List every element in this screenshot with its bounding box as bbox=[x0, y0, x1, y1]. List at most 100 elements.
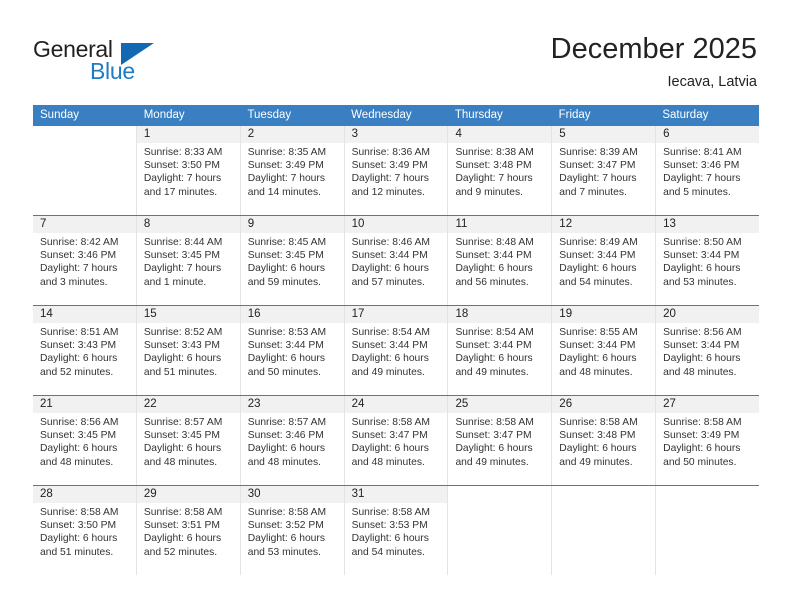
sunrise-text: Sunrise: 8:33 AM bbox=[143, 147, 223, 158]
sunrise-text: Sunrise: 8:49 AM bbox=[559, 237, 638, 248]
daylight-line-1-text: Daylight: 6 hours bbox=[247, 443, 325, 455]
sunrise-text: Sunrise: 8:57 AM bbox=[247, 417, 327, 428]
day-cell[interactable]: 21 Sunrise: 8:56 AM Sunset: 3:45 PM Dayligh… bbox=[33, 396, 137, 485]
day-cell[interactable]: 30 Sunrise: 8:58 AM Sunset: 3:52 PM Dayligh… bbox=[240, 486, 345, 575]
day-cell[interactable]: 12 Sunrise: 8:49 AM Sunset: 3:44 PM Dayligh… bbox=[552, 216, 657, 305]
sunrise-text: Sunrise: 8:46 AM bbox=[351, 237, 430, 248]
day-number: 2 bbox=[240, 126, 344, 143]
day-cell[interactable]: 1 Sunrise: 8:33 AM Sunset: 3:50 PM Daylight… bbox=[136, 126, 241, 215]
day-details: Sunrise: 8:57 AM Sunset: 3:45 PM Daylight:… bbox=[137, 413, 240, 469]
daylight-line-1-text: Daylight: 7 hours bbox=[247, 173, 325, 185]
general-blue-logo[interactable]: General Blue bbox=[33, 36, 154, 86]
sunrise-text: Sunrise: 8:39 AM bbox=[559, 147, 638, 158]
day-number: 29 bbox=[136, 486, 240, 503]
daylight-line-2-text: and 52 minutes. bbox=[40, 366, 114, 378]
daylight-line-1-text: Daylight: 6 hours bbox=[559, 443, 637, 455]
day-details: Sunrise: 8:39 AM Sunset: 3:47 PM Daylight:… bbox=[552, 143, 655, 199]
daylight-line-1-text: Daylight: 6 hours bbox=[663, 443, 741, 455]
week-cells: 14 Sunrise: 8:51 AM Sunset: 3:43 PM Dayligh… bbox=[33, 306, 760, 395]
day-number: 31 bbox=[344, 486, 448, 503]
sunset-text: Sunset: 3:44 PM bbox=[455, 340, 532, 352]
day-cell[interactable]: 28 Sunrise: 8:58 AM Sunset: 3:50 PM Dayligh… bbox=[33, 486, 137, 575]
day-details: Sunrise: 8:58 AM Sunset: 3:51 PM Daylight:… bbox=[137, 503, 240, 559]
day-cell[interactable]: 24 Sunrise: 8:58 AM Sunset: 3:47 PM Dayligh… bbox=[344, 396, 449, 485]
day-cell[interactable]: 9 Sunrise: 8:45 AM Sunset: 3:45 PM Daylight… bbox=[240, 216, 345, 305]
daylight-line-1-text: Daylight: 7 hours bbox=[351, 173, 429, 185]
day-number: 17 bbox=[344, 306, 448, 323]
daylight-line-2-text: and 51 minutes. bbox=[143, 366, 218, 378]
day-number: 23 bbox=[240, 396, 344, 413]
day-cell[interactable]: 17 Sunrise: 8:54 AM Sunset: 3:44 PM Dayligh… bbox=[344, 306, 449, 395]
daylight-line-2-text: and 48 minutes. bbox=[247, 456, 321, 468]
day-cell[interactable]: 10 Sunrise: 8:46 AM Sunset: 3:44 PM Dayligh… bbox=[344, 216, 449, 305]
sunset-text: Sunset: 3:47 PM bbox=[559, 160, 636, 172]
day-cell[interactable]: 2 Sunrise: 8:35 AM Sunset: 3:49 PM Daylight… bbox=[240, 126, 345, 215]
sunrise-text: Sunrise: 8:58 AM bbox=[143, 507, 223, 518]
calendar-week-row: 7 Sunrise: 8:42 AM Sunset: 3:46 PM Daylight… bbox=[33, 215, 760, 305]
day-cell[interactable]: 11 Sunrise: 8:48 AM Sunset: 3:44 PM Dayligh… bbox=[448, 216, 553, 305]
day-details: Sunrise: 8:58 AM Sunset: 3:47 PM Daylight:… bbox=[345, 413, 448, 469]
day-cell[interactable]: 25 Sunrise: 8:58 AM Sunset: 3:47 PM Dayligh… bbox=[448, 396, 553, 485]
day-cell[interactable]: 29 Sunrise: 8:58 AM Sunset: 3:51 PM Dayligh… bbox=[136, 486, 241, 575]
sunset-text: Sunset: 3:50 PM bbox=[143, 160, 220, 172]
day-cell[interactable]: 13 Sunrise: 8:50 AM Sunset: 3:44 PM Dayligh… bbox=[656, 216, 760, 305]
day-cell[interactable]: 14 Sunrise: 8:51 AM Sunset: 3:43 PM Dayligh… bbox=[33, 306, 137, 395]
sunrise-text: Sunrise: 8:36 AM bbox=[351, 147, 430, 158]
sunrise-text: Sunrise: 8:56 AM bbox=[663, 327, 742, 338]
day-details: Sunrise: 8:49 AM Sunset: 3:44 PM Daylight:… bbox=[552, 233, 655, 289]
daylight-line-2-text: and 17 minutes. bbox=[143, 186, 218, 198]
weekday-header-saturday: Saturday bbox=[662, 109, 709, 121]
day-cell[interactable]: 3 Sunrise: 8:36 AM Sunset: 3:49 PM Daylight… bbox=[344, 126, 449, 215]
daylight-line-1-text: Daylight: 6 hours bbox=[247, 533, 325, 545]
day-details: Sunrise: 8:41 AM Sunset: 3:46 PM Daylight:… bbox=[656, 143, 759, 199]
daylight-line-1-text: Daylight: 6 hours bbox=[143, 533, 222, 545]
calendar-weeks: 1 Sunrise: 8:33 AM Sunset: 3:50 PM Daylight… bbox=[33, 126, 760, 575]
day-details: Sunrise: 8:44 AM Sunset: 3:45 PM Daylight:… bbox=[137, 233, 240, 289]
day-details: Sunrise: 8:53 AM Sunset: 3:44 PM Daylight:… bbox=[241, 323, 344, 379]
day-cell[interactable]: 27 Sunrise: 8:58 AM Sunset: 3:49 PM Dayligh… bbox=[656, 396, 760, 485]
day-cell[interactable]: 4 Sunrise: 8:38 AM Sunset: 3:48 PM Daylight… bbox=[448, 126, 553, 215]
title-block: December 2025 Iecava, Latvia bbox=[551, 32, 757, 92]
day-cell[interactable]: 20 Sunrise: 8:56 AM Sunset: 3:44 PM Dayligh… bbox=[656, 306, 760, 395]
day-number: 30 bbox=[240, 486, 344, 503]
weekday-header-tuesday: Tuesday bbox=[247, 109, 292, 121]
daylight-line-2-text: and 49 minutes. bbox=[559, 456, 633, 468]
day-details: Sunrise: 8:58 AM Sunset: 3:48 PM Daylight:… bbox=[552, 413, 655, 469]
day-cell[interactable]: 22 Sunrise: 8:57 AM Sunset: 3:45 PM Dayligh… bbox=[136, 396, 241, 485]
daylight-line-1-text: Daylight: 6 hours bbox=[40, 533, 118, 545]
day-number: 5 bbox=[552, 126, 656, 143]
weekday-header-friday: Friday bbox=[558, 109, 591, 121]
sunrise-text: Sunrise: 8:57 AM bbox=[143, 417, 223, 428]
day-number bbox=[33, 126, 136, 143]
daylight-line-1-text: Daylight: 7 hours bbox=[559, 173, 637, 185]
day-cell[interactable]: 6 Sunrise: 8:41 AM Sunset: 3:46 PM Daylight… bbox=[656, 126, 760, 215]
day-cell[interactable]: 18 Sunrise: 8:54 AM Sunset: 3:44 PM Dayligh… bbox=[448, 306, 553, 395]
day-number: 28 bbox=[33, 486, 136, 503]
daylight-line-1-text: Daylight: 6 hours bbox=[455, 263, 533, 275]
week-cells: 1 Sunrise: 8:33 AM Sunset: 3:50 PM Daylight… bbox=[33, 126, 760, 215]
sunset-text: Sunset: 3:44 PM bbox=[663, 340, 740, 352]
day-cell[interactable]: 5 Sunrise: 8:39 AM Sunset: 3:47 PM Daylight… bbox=[552, 126, 657, 215]
day-number: 4 bbox=[448, 126, 552, 143]
sunrise-text: Sunrise: 8:58 AM bbox=[663, 417, 742, 428]
sunset-text: Sunset: 3:46 PM bbox=[247, 430, 324, 442]
sunrise-text: Sunrise: 8:42 AM bbox=[40, 237, 119, 248]
day-cell[interactable]: 7 Sunrise: 8:42 AM Sunset: 3:46 PM Daylight… bbox=[33, 216, 137, 305]
daylight-line-2-text: and 48 minutes. bbox=[663, 366, 737, 378]
day-number: 27 bbox=[656, 396, 760, 413]
daylight-line-2-text: and 5 minutes. bbox=[663, 186, 731, 198]
day-cell[interactable]: 26 Sunrise: 8:58 AM Sunset: 3:48 PM Dayligh… bbox=[552, 396, 657, 485]
sunset-text: Sunset: 3:49 PM bbox=[663, 430, 740, 442]
day-details: Sunrise: 8:50 AM Sunset: 3:44 PM Daylight:… bbox=[656, 233, 759, 289]
day-details: Sunrise: 8:33 AM Sunset: 3:50 PM Daylight:… bbox=[137, 143, 240, 199]
day-cell[interactable]: 23 Sunrise: 8:57 AM Sunset: 3:46 PM Dayligh… bbox=[240, 396, 345, 485]
day-cell[interactable]: 15 Sunrise: 8:52 AM Sunset: 3:43 PM Dayligh… bbox=[136, 306, 241, 395]
day-cell[interactable]: 8 Sunrise: 8:44 AM Sunset: 3:45 PM Daylight… bbox=[136, 216, 241, 305]
daylight-line-2-text: and 53 minutes. bbox=[663, 276, 737, 288]
day-cell[interactable]: 19 Sunrise: 8:55 AM Sunset: 3:44 PM Dayligh… bbox=[552, 306, 657, 395]
day-details: Sunrise: 8:55 AM Sunset: 3:44 PM Daylight:… bbox=[552, 323, 655, 379]
day-cell[interactable]: 16 Sunrise: 8:53 AM Sunset: 3:44 PM Dayligh… bbox=[240, 306, 345, 395]
day-cell[interactable]: 31 Sunrise: 8:58 AM Sunset: 3:53 PM Dayligh… bbox=[344, 486, 449, 575]
day-details: Sunrise: 8:58 AM Sunset: 3:49 PM Daylight:… bbox=[656, 413, 759, 469]
daylight-line-2-text: and 54 minutes. bbox=[559, 276, 633, 288]
